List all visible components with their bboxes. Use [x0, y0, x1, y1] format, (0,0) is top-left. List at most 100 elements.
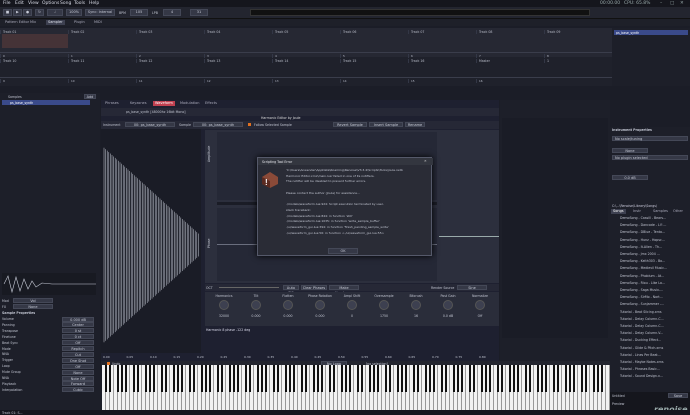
piano-black-key[interactable] — [500, 365, 504, 392]
file-list-item[interactable]: Tutorial - Delay Column-C... — [610, 317, 690, 322]
knob[interactable] — [411, 300, 421, 310]
plugin-select[interactable]: No plugin selected — [612, 155, 688, 160]
file-list-item[interactable]: DemoSong - Jmx 2004 ... — [610, 252, 690, 257]
editor-tab[interactable]: Waveform — [153, 101, 175, 106]
piano-black-key[interactable] — [480, 365, 484, 392]
piano-black-key[interactable] — [516, 365, 520, 392]
piano-black-key[interactable] — [440, 365, 444, 392]
piano-black-key[interactable] — [216, 365, 220, 392]
piano-black-key[interactable] — [384, 365, 388, 392]
file-browser-tab[interactable]: Instr — [631, 209, 643, 214]
piano-black-key[interactable] — [544, 365, 548, 392]
sample-prop-value[interactable]: None — [62, 369, 94, 375]
piano-black-key[interactable] — [288, 365, 292, 392]
piano-black-key[interactable] — [300, 365, 304, 392]
maximize-icon[interactable]: □ — [670, 1, 674, 6]
sample-list-item[interactable]: ps_base_synth — [2, 100, 90, 105]
file-browser-tab[interactable]: Samples — [651, 209, 670, 214]
bpm-field[interactable]: 105 — [130, 9, 148, 16]
sample-prop-value[interactable]: 0 ct — [62, 334, 94, 340]
file-list-item[interactable]: Tutorial - Phrases Basic... — [610, 367, 690, 372]
knob[interactable] — [315, 300, 325, 310]
menu-song[interactable]: Song — [60, 1, 71, 6]
file-list-item[interactable]: DemoSong - Keith303 - Bo... — [610, 259, 690, 264]
piano-black-key[interactable] — [104, 365, 108, 392]
piano-black-key[interactable] — [200, 365, 204, 392]
piano-black-key[interactable] — [452, 365, 456, 392]
sample-prop-value[interactable]: Off — [62, 340, 94, 346]
file-list-item[interactable]: Tutorial - Delay Column-C... — [610, 324, 690, 329]
piano-black-key[interactable] — [572, 365, 576, 392]
sync-mode[interactable]: Sync: Internal — [85, 9, 115, 16]
piano-black-key[interactable] — [136, 365, 140, 392]
file-list-item[interactable]: Tutorial - Glide & Pitch.xrns — [610, 346, 690, 351]
piano-black-key[interactable] — [472, 365, 476, 392]
stop-button[interactable]: ■ — [3, 9, 12, 16]
piano-black-key[interactable] — [528, 365, 532, 392]
piano-black-key[interactable] — [108, 365, 112, 392]
knob[interactable] — [347, 300, 357, 310]
piano-black-key[interactable] — [424, 365, 428, 392]
piano-black-key[interactable] — [204, 365, 208, 392]
rename-button[interactable]: Rename — [405, 122, 425, 127]
piano-black-key[interactable] — [400, 365, 404, 392]
piano-black-key[interactable] — [444, 365, 448, 392]
tab-pattern-editor[interactable]: Pattern Editor — [3, 20, 31, 25]
piano-black-key[interactable] — [512, 365, 516, 392]
piano-black-key[interactable] — [144, 365, 148, 392]
menu-edit[interactable]: Edit — [15, 1, 24, 6]
piano-black-key[interactable] — [344, 365, 348, 392]
file-list-item[interactable]: Tutorial - Sound Design.x... — [610, 374, 690, 379]
close-icon[interactable]: ✕ — [680, 1, 684, 6]
piano-black-key[interactable] — [368, 365, 372, 392]
save-button[interactable]: Save — [668, 393, 688, 398]
file-list-item[interactable]: DemoSong - Phobium - At... — [610, 274, 690, 279]
sample-prop-value[interactable]: Cut — [62, 351, 94, 357]
file-list-item[interactable]: Tutorial - Maybe Notes.xrns — [610, 360, 690, 365]
waveform-view[interactable] — [101, 129, 201, 362]
piano-black-key[interactable] — [188, 365, 192, 392]
knob[interactable] — [219, 300, 229, 310]
minimize-icon[interactable]: – — [660, 1, 662, 6]
menu-file[interactable]: File — [3, 1, 11, 6]
knob[interactable] — [379, 300, 389, 310]
piano-black-key[interactable] — [116, 365, 120, 392]
tab-sampler[interactable]: Sampler — [46, 20, 65, 25]
transpose-select[interactable]: None — [612, 148, 648, 153]
piano-black-key[interactable] — [460, 365, 464, 392]
piano-black-key[interactable] — [540, 365, 544, 392]
knob[interactable] — [283, 300, 293, 310]
sample-prop-value[interactable]: Center — [62, 322, 94, 328]
zoom-display[interactable]: 100% — [66, 9, 82, 16]
sample-prop-value[interactable]: Repitch — [62, 346, 94, 351]
sample-prop-value[interactable]: 0.000 dB — [62, 316, 94, 322]
record-button[interactable]: ● — [23, 9, 32, 16]
sample-prop-value[interactable]: Note Off — [62, 375, 94, 381]
piano-black-key[interactable] — [332, 365, 336, 392]
piano-black-key[interactable] — [524, 365, 528, 392]
pattern-matrix[interactable]: Track 01 Track 02 Track 03 Track 04 Track 05… — [0, 28, 612, 86]
piano-black-key[interactable] — [596, 365, 600, 392]
piano-black-key[interactable] — [340, 365, 344, 392]
piano-black-key[interactable] — [484, 365, 488, 392]
file-list-item[interactable]: DemoSong - Medievil Music... — [610, 266, 690, 271]
knob[interactable] — [443, 300, 453, 310]
piano-black-key[interactable] — [256, 365, 260, 392]
auto-dc-button[interactable]: Auto DC — [283, 285, 299, 295]
octave-field[interactable]: 31 — [190, 9, 208, 16]
editor-tab[interactable]: Phrases — [103, 101, 121, 106]
piano-black-key[interactable] — [244, 365, 248, 392]
piano-black-key[interactable] — [172, 365, 176, 392]
editor-tab[interactable]: Modulation — [178, 101, 201, 106]
piano-black-key[interactable] — [536, 365, 540, 392]
piano-black-key[interactable] — [372, 365, 376, 392]
sample-prop-value[interactable]: Cubic — [62, 387, 94, 393]
mod-select[interactable]: Vol — [13, 298, 53, 303]
piano-black-key[interactable] — [152, 365, 156, 392]
piano-black-key[interactable] — [552, 365, 556, 392]
play-button[interactable]: ▶ — [13, 9, 22, 16]
piano-black-key[interactable] — [276, 365, 280, 392]
piano-black-key[interactable] — [328, 365, 332, 392]
piano-black-key[interactable] — [232, 365, 236, 392]
sample-prop-value[interactable]: One Shot — [62, 357, 94, 363]
